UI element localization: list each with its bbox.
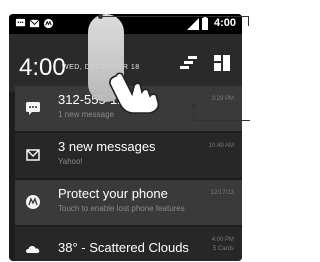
- email-icon: [26, 149, 40, 161]
- notification-title: 38° - Scattered Clouds: [58, 240, 189, 255]
- notification-item[interactable]: Protect your phone Touch to enable lost …: [15, 180, 242, 225]
- notification-cards-count: 5 Cards: [212, 246, 234, 252]
- notification-time: 3:29 PM: [211, 96, 234, 102]
- status-bar[interactable]: 4:00: [9, 14, 242, 34]
- notification-time: 12/17/13: [210, 190, 234, 196]
- callout-dot: [191, 104, 196, 109]
- notification-subtitle: Yahoo!: [58, 157, 83, 166]
- quick-settings-icon[interactable]: [212, 54, 232, 72]
- phone-screen: 4:00 4:00 WED, DECEMBER 18 312-555-1234 …: [9, 14, 242, 261]
- notification-time: 10:49 AM: [208, 143, 234, 149]
- signal-icon: [187, 18, 199, 30]
- notification-item[interactable]: 38° - Scattered Clouds 4:00 PM 5 Cards: [15, 227, 242, 261]
- status-time: 4:00: [213, 17, 236, 29]
- hand-gesture-icon: [109, 72, 160, 114]
- motorola-icon: [43, 18, 54, 29]
- notification-title: 3 new messages: [58, 139, 156, 154]
- cloud-icon: [26, 246, 40, 253]
- message-icon: [15, 18, 26, 27]
- callout-line: [100, 16, 248, 17]
- callout-dot: [98, 14, 103, 19]
- notification-subtitle: Touch to enable lost phone features: [58, 204, 185, 213]
- notification-time: 4:00 PM: [211, 237, 234, 243]
- shade-time: 4:00: [19, 54, 66, 81]
- callout-line: [193, 120, 250, 121]
- notification-item[interactable]: 3 new messages Yahoo! 10:49 AM: [15, 133, 242, 178]
- settings-toggle-icon[interactable]: [179, 54, 199, 72]
- email-icon: [29, 19, 40, 28]
- message-icon: [26, 102, 40, 115]
- callout-line: [248, 16, 249, 26]
- motorola-icon: [26, 195, 40, 209]
- battery-icon: [202, 17, 208, 30]
- notification-title: Protect your phone: [58, 186, 168, 201]
